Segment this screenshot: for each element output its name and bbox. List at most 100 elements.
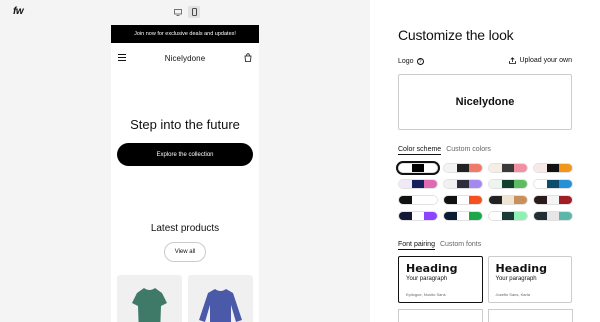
font-pair-option[interactable]: Heading Your paragraph Epilogue, Nunito …	[398, 256, 483, 303]
color-chip	[399, 196, 412, 204]
color-scheme-option[interactable]	[533, 195, 573, 205]
color-scheme-option[interactable]	[533, 179, 573, 189]
color-chip	[546, 164, 560, 172]
color-chip	[514, 164, 527, 172]
font-pair-option[interactable]	[488, 309, 573, 322]
upload-label: Upload your own	[519, 57, 572, 64]
color-chip	[514, 180, 527, 188]
color-chip	[501, 196, 515, 204]
product-card[interactable]	[188, 275, 253, 322]
explore-collection-button[interactable]: Explore the collection	[117, 143, 253, 166]
color-chip	[501, 180, 515, 188]
color-chip	[489, 164, 502, 172]
color-chip	[501, 164, 515, 172]
color-chip	[456, 212, 470, 220]
font-names: Epilogue, Nunito Sans	[406, 292, 446, 297]
color-chip	[534, 212, 547, 220]
color-chip	[456, 196, 470, 204]
color-chip	[514, 196, 527, 204]
color-chip	[559, 196, 572, 204]
color-chip	[559, 212, 572, 220]
color-chip	[411, 180, 425, 188]
color-chip	[411, 212, 425, 220]
font-pair-option[interactable]	[398, 309, 483, 322]
app-logo: fw	[13, 6, 24, 17]
color-chip	[534, 180, 547, 188]
font-heading-sample: Heading	[495, 262, 547, 275]
upload-logo-button[interactable]: Upload your own	[509, 57, 572, 64]
color-chip	[514, 212, 527, 220]
color-scheme-option[interactable]	[488, 163, 528, 173]
help-icon[interactable]: ?	[416, 58, 424, 65]
color-chip	[469, 164, 482, 172]
color-chip	[411, 164, 425, 172]
color-chip	[444, 164, 457, 172]
mobile-preview: Join now for exclusive deals and updates…	[111, 25, 259, 322]
color-scheme-option[interactable]	[488, 179, 528, 189]
color-chip	[546, 180, 560, 188]
mobile-view-button[interactable]	[188, 6, 200, 18]
color-chip	[444, 212, 457, 220]
color-scheme-option[interactable]	[443, 179, 483, 189]
preview-area: fw Join now for exclusive deals and upda…	[0, 0, 370, 322]
color-scheme-option[interactable]	[398, 179, 438, 189]
color-scheme-option[interactable]	[398, 195, 438, 205]
color-chip	[424, 196, 437, 204]
color-chip	[546, 196, 560, 204]
color-chip	[444, 196, 457, 204]
font-tabs: Font pairing Custom fonts	[398, 241, 481, 250]
font-names: Josefin Sans, Karla	[495, 292, 530, 297]
color-scheme-option[interactable]	[443, 195, 483, 205]
font-pair-option[interactable]: Heading Your paragraph Josefin Sans, Kar…	[487, 256, 572, 303]
color-chip	[534, 164, 547, 172]
device-toggle	[172, 6, 200, 18]
latest-products-title: Latest products	[150, 223, 220, 234]
menu-icon[interactable]	[118, 54, 126, 63]
desktop-view-button[interactable]	[172, 6, 184, 18]
view-all-button[interactable]: View all	[164, 242, 206, 262]
font-heading-sample: Heading	[406, 262, 458, 275]
color-chip	[424, 164, 437, 172]
panel-title: Customize the look	[398, 27, 514, 43]
mobile-icon	[191, 8, 197, 16]
desktop-icon	[174, 8, 182, 16]
color-chip	[489, 196, 502, 204]
tab-font-pairing[interactable]: Font pairing	[398, 241, 435, 250]
color-chip	[489, 212, 502, 220]
color-chip	[501, 212, 515, 220]
announcement-bar: Join now for exclusive deals and updates…	[111, 25, 259, 43]
font-paragraph-sample: Your paragraph	[406, 276, 448, 282]
color-chip	[444, 180, 457, 188]
color-chip	[424, 180, 437, 188]
color-scheme-option[interactable]	[443, 211, 483, 221]
tab-color-scheme[interactable]: Color scheme	[398, 146, 442, 155]
color-scheme-option[interactable]	[488, 211, 528, 221]
color-chip	[399, 212, 412, 220]
upload-icon	[509, 57, 517, 64]
font-paragraph-sample: Your paragraph	[495, 276, 537, 282]
logo-preview-box[interactable]: Nicelydone	[398, 74, 572, 130]
color-chip	[399, 164, 412, 172]
tab-custom-colors[interactable]: Custom colors	[446, 146, 491, 155]
logo-label-text: Logo	[398, 58, 414, 65]
color-chip	[469, 212, 482, 220]
color-chip	[489, 180, 502, 188]
color-chip	[469, 196, 482, 204]
hero-title: Step into the future	[130, 117, 240, 132]
store-name: Nicelydone	[164, 53, 206, 63]
shopping-bag-icon[interactable]	[244, 53, 252, 62]
color-scheme-option[interactable]	[396, 161, 440, 175]
color-scheme-option[interactable]	[488, 195, 528, 205]
store-header: Nicelydone	[111, 43, 259, 73]
color-scheme-option[interactable]	[443, 163, 483, 173]
font-pairing-list: Heading Your paragraph Epilogue, Nunito …	[398, 256, 572, 303]
color-chip	[534, 196, 547, 204]
color-scheme-option[interactable]	[533, 211, 573, 221]
product-card[interactable]	[117, 275, 182, 322]
color-scheme-option[interactable]	[533, 163, 573, 173]
color-chip	[469, 180, 482, 188]
tab-custom-fonts[interactable]: Custom fonts	[440, 241, 481, 250]
tshirt-image	[132, 288, 167, 322]
color-scheme-option[interactable]	[398, 211, 438, 221]
sweater-image	[199, 289, 242, 322]
